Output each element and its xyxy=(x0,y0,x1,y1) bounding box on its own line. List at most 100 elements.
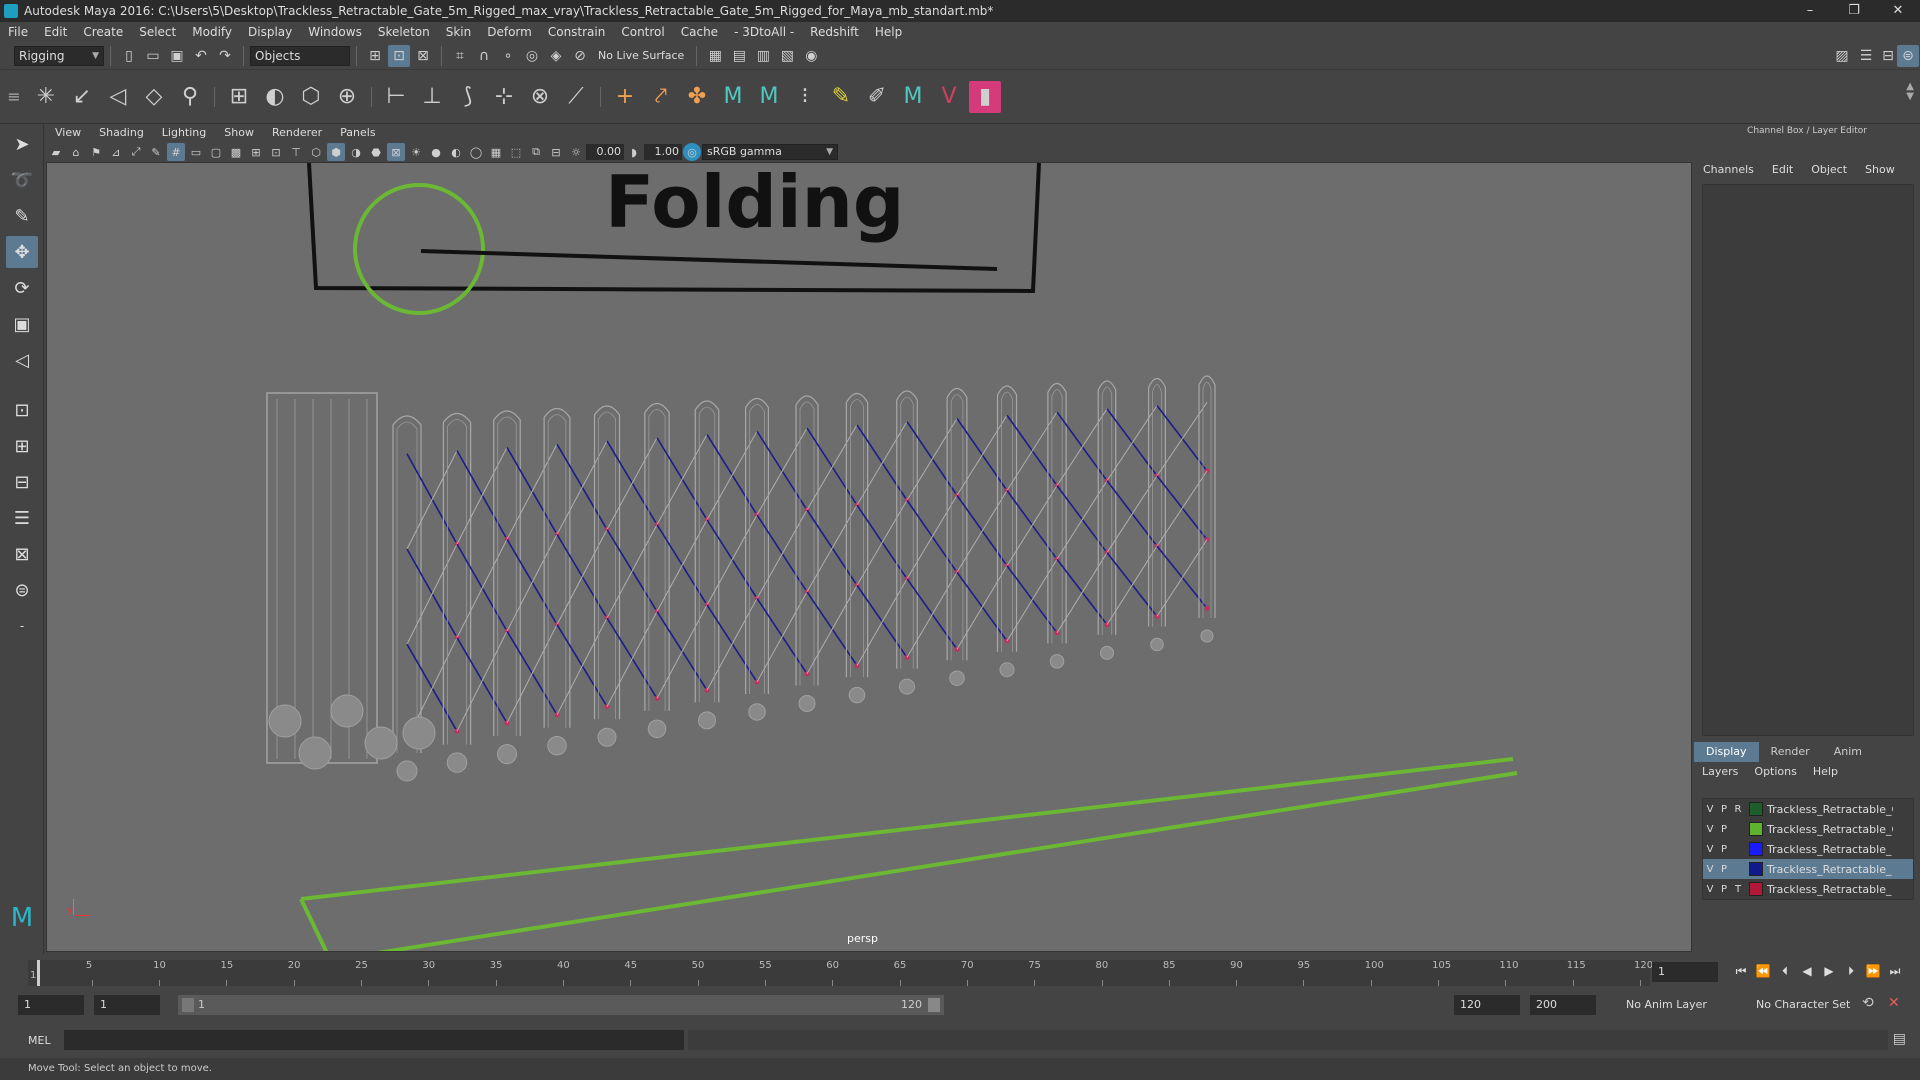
ambient-occlusion-icon[interactable]: ◐ xyxy=(447,143,465,161)
wireframe-icon[interactable]: ⬡ xyxy=(307,143,325,161)
go-to-start-icon[interactable]: ⏮ xyxy=(1730,964,1752,979)
maya-m-icon[interactable]: M xyxy=(717,81,749,113)
camera-attributes-icon[interactable]: ⌂ xyxy=(67,143,85,161)
layer-name[interactable]: Trackless_Retractable_ xyxy=(1767,843,1893,856)
layer-p-toggle[interactable]: P xyxy=(1717,804,1731,815)
layer-name[interactable]: Trackless_Retractable_Gate_5 xyxy=(1767,803,1893,816)
perspective-viewport[interactable]: Folding persp y xyxy=(46,162,1692,952)
grid-icon[interactable]: # xyxy=(167,143,185,161)
snap-grid-icon[interactable]: ⌗ xyxy=(449,45,471,67)
play-backward-icon[interactable]: ◀ xyxy=(1796,964,1818,978)
animation-preferences-icon[interactable]: ✕ xyxy=(1888,995,1900,1011)
layer-color-swatch[interactable] xyxy=(1749,862,1763,876)
blend-shape-icon[interactable]: ⊕ xyxy=(331,81,363,113)
gamma-field[interactable]: 1.00 xyxy=(644,144,682,160)
interactive-bind-icon[interactable]: ⊹ xyxy=(488,81,520,113)
2d-pan-zoom-icon[interactable]: ⤢ xyxy=(127,143,145,161)
menu-redshift[interactable]: Redshift xyxy=(802,22,867,42)
smooth-bind-icon[interactable]: ⊥ xyxy=(416,81,448,113)
layer-v-toggle[interactable]: V xyxy=(1703,804,1717,815)
persp-graph-layout-icon[interactable]: ⊟ xyxy=(6,466,38,498)
sculpt-icon[interactable]: ✐ xyxy=(861,81,893,113)
bookmark-icon[interactable]: ⚑ xyxy=(87,143,105,161)
layer-v-toggle[interactable]: V xyxy=(1703,824,1717,835)
layer-color-swatch[interactable] xyxy=(1749,822,1763,836)
layer-t-toggle[interactable]: R xyxy=(1731,804,1745,815)
safe-title-icon[interactable]: ⊤ xyxy=(287,143,305,161)
grease-pencil-icon[interactable]: ✎ xyxy=(147,143,165,161)
orient-constraint-icon[interactable]: ✤ xyxy=(681,81,713,113)
menu-file[interactable]: File xyxy=(0,22,36,42)
safe-action-icon[interactable]: ⊡ xyxy=(267,143,285,161)
current-frame-field[interactable]: 1 xyxy=(1652,962,1718,982)
viewport-menu-renderer[interactable]: Renderer xyxy=(263,124,331,142)
menu-skin[interactable]: Skin xyxy=(438,22,480,42)
more-layouts-icon[interactable]: - xyxy=(6,610,38,642)
current-time-indicator[interactable] xyxy=(37,960,40,986)
tab-display[interactable]: Display xyxy=(1694,742,1759,762)
snap-projected-icon[interactable]: ◎ xyxy=(521,45,543,67)
script-editor-icon[interactable]: ▤ xyxy=(1893,1031,1906,1047)
anim-layer-dropdown[interactable]: No Anim Layer xyxy=(1620,995,1738,1015)
render-frame-icon[interactable]: ▤ xyxy=(728,45,750,67)
open-scene-icon[interactable]: ▭ xyxy=(142,45,164,67)
play-forward-icon[interactable]: ▶ xyxy=(1818,964,1840,978)
step-forward-frame-icon[interactable]: ⏵ xyxy=(1840,964,1862,979)
command-input[interactable] xyxy=(64,1030,684,1050)
menu-modify[interactable]: Modify xyxy=(184,22,240,42)
start-frame-field[interactable]: 1 xyxy=(18,995,84,1015)
menu-help[interactable]: Help xyxy=(867,22,910,42)
menu-3dtoall[interactable]: - 3DtoAll - xyxy=(726,22,802,42)
shelf-menu-icon[interactable]: ≡ xyxy=(0,87,28,106)
menu-windows[interactable]: Windows xyxy=(300,22,370,42)
layer-row[interactable]: V P Trackless_Retractable_ xyxy=(1703,839,1913,859)
selection-mode-dropdown[interactable]: Objects xyxy=(250,45,350,66)
use-all-lights-icon[interactable]: ☀ xyxy=(407,143,425,161)
snap-live-icon[interactable]: ⊘ xyxy=(569,45,591,67)
exposure-field[interactable]: 0.00 xyxy=(586,144,624,160)
channel-box-area[interactable] xyxy=(1702,184,1914,736)
close-button[interactable]: ✕ xyxy=(1876,0,1920,22)
menu-skeleton[interactable]: Skeleton xyxy=(370,22,438,42)
attribute-editor-icon[interactable]: ☰ xyxy=(1855,45,1877,67)
menu-cache[interactable]: Cache xyxy=(673,22,726,42)
smooth-shade-icon[interactable]: ⬢ xyxy=(327,143,345,161)
aim-constraint-icon[interactable]: ⤤ xyxy=(645,81,677,113)
render-view-icon[interactable]: ▦ xyxy=(704,45,726,67)
layer-p-toggle[interactable]: P xyxy=(1717,844,1731,855)
wireframe-on-shaded-icon[interactable]: ◑ xyxy=(347,143,365,161)
outliner-layout-icon[interactable]: ☰ xyxy=(6,502,38,534)
lasso-tool-icon[interactable]: ➰ xyxy=(6,164,38,196)
save-scene-icon[interactable]: ▣ xyxy=(166,45,188,67)
snap-point-icon[interactable]: ∘ xyxy=(497,45,519,67)
layer-menu-layers[interactable]: Layers xyxy=(1694,765,1746,778)
tab-render[interactable]: Render xyxy=(1759,742,1822,762)
lattice-icon[interactable]: ⊞ xyxy=(223,81,255,113)
joint-tool-icon[interactable]: ✳ xyxy=(30,81,62,113)
menu-create[interactable]: Create xyxy=(75,22,131,42)
range-handle-left[interactable] xyxy=(182,998,194,1012)
tab-anim[interactable]: Anim xyxy=(1822,742,1874,762)
single-perspective-layout-icon[interactable]: ⊡ xyxy=(6,394,38,426)
mirror-joint-icon[interactable]: ⚲ xyxy=(174,81,206,113)
minimize-button[interactable]: – xyxy=(1788,0,1832,22)
shadows-icon[interactable]: ● xyxy=(427,143,445,161)
isolate-select-icon[interactable]: ⬚ xyxy=(507,143,525,161)
channel-box-menu-edit[interactable]: Edit xyxy=(1763,163,1802,176)
step-back-key-icon[interactable]: ⏪ xyxy=(1752,964,1774,978)
ipr-render-icon[interactable]: ▥ xyxy=(752,45,774,67)
tool-settings-icon[interactable]: ⊟ xyxy=(1877,45,1899,67)
layer-p-toggle[interactable]: P xyxy=(1717,824,1731,835)
layer-row[interactable]: V P Trackless_Retractable_G xyxy=(1703,819,1913,839)
menuset-dropdown[interactable]: Rigging ▼ xyxy=(14,45,104,66)
layer-row[interactable]: V P Trackless_Retractable_ xyxy=(1703,859,1913,879)
v-icon[interactable]: V xyxy=(933,81,965,113)
anti-aliasing-icon[interactable]: ▦ xyxy=(487,143,505,161)
go-to-end-icon[interactable]: ⏭ xyxy=(1884,964,1906,979)
layer-p-toggle[interactable]: P xyxy=(1717,864,1731,875)
color-space-dropdown[interactable]: sRGB gamma ▼ xyxy=(702,144,838,160)
rotate-tool-icon[interactable]: ⟳ xyxy=(6,272,38,304)
time-slider-track[interactable]: 1 5 10 15 20 25 30 35 40 45 50 55 60 65 70 75 80 85 90 95 10… xyxy=(28,960,1653,986)
textured-icon[interactable]: ⬣ xyxy=(367,143,385,161)
layer-name[interactable]: Trackless_Retractable_G xyxy=(1767,823,1893,836)
